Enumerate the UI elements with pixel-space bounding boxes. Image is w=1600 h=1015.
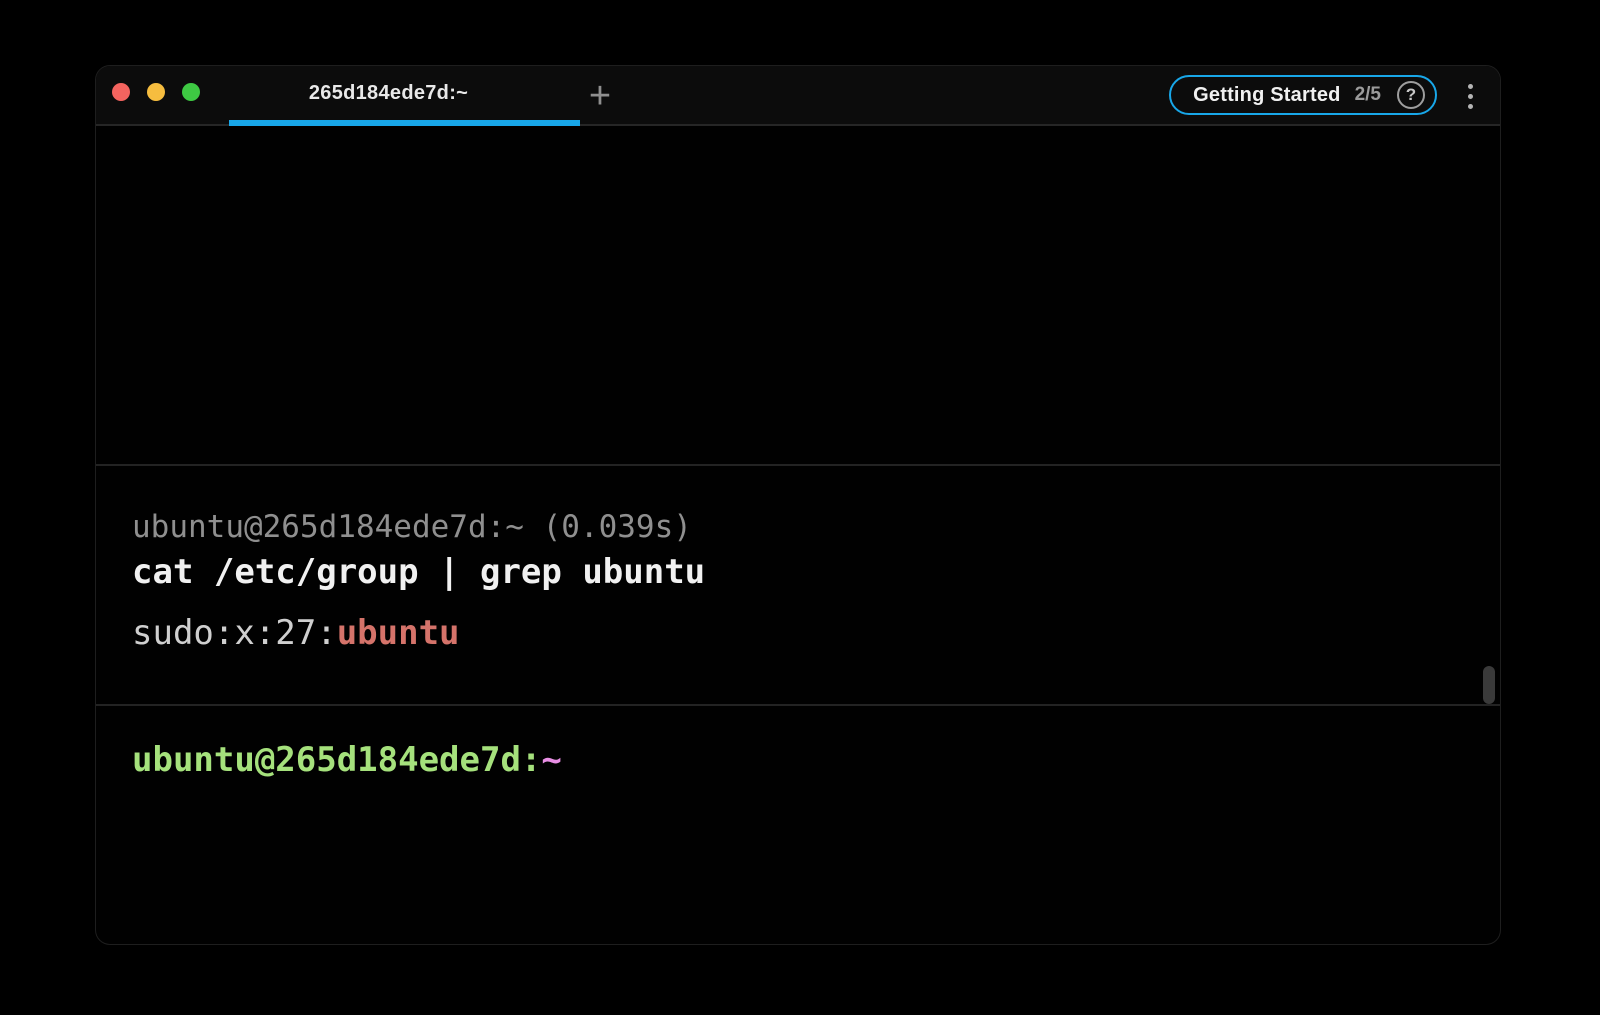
output-prefix: sudo:x:27: <box>132 613 337 653</box>
title-bar: 265d184ede7d:~ + Getting Started 2/5 ? <box>96 66 1500 126</box>
block-divider <box>96 464 1500 466</box>
kebab-dot <box>1468 84 1473 89</box>
close-button[interactable] <box>112 83 130 101</box>
current-prompt[interactable]: ubuntu@265d184ede7d:~ <box>132 740 562 781</box>
prompt-path: ~ <box>541 740 561 780</box>
zoom-button[interactable] <box>182 83 200 101</box>
getting-started-button[interactable]: Getting Started 2/5 ? <box>1169 75 1437 115</box>
tab-active[interactable]: 265d184ede7d:~ <box>229 66 580 126</box>
grep-match-text: ubuntu <box>337 613 460 653</box>
question-mark-glyph: ? <box>1406 85 1416 105</box>
block-divider <box>96 704 1500 706</box>
kebab-dot <box>1468 104 1473 109</box>
command-line: cat /etc/group | grep ubuntu <box>132 552 705 593</box>
block-context-line: ubuntu@265d184ede7d:~ (0.039s) <box>132 509 692 546</box>
command-output-line: sudo:x:27:ubuntu <box>132 613 460 654</box>
help-icon[interactable]: ? <box>1397 81 1425 109</box>
kebab-dot <box>1468 94 1473 99</box>
terminal-body: ubuntu@265d184ede7d:~ (0.039s) cat /etc/… <box>96 126 1500 944</box>
getting-started-progress: 2/5 <box>1355 84 1381 106</box>
plus-icon: + <box>589 77 611 115</box>
minimize-button[interactable] <box>147 83 165 101</box>
getting-started-label: Getting Started <box>1193 84 1340 107</box>
terminal-window: 265d184ede7d:~ + Getting Started 2/5 ? u… <box>96 66 1500 944</box>
new-tab-button[interactable]: + <box>580 76 620 116</box>
scrollbar-thumb[interactable] <box>1483 666 1495 704</box>
prompt-user-host: ubuntu@265d184ede7d: <box>132 740 541 780</box>
tab-title: 265d184ede7d:~ <box>309 82 468 105</box>
more-options-button[interactable] <box>1458 66 1482 126</box>
